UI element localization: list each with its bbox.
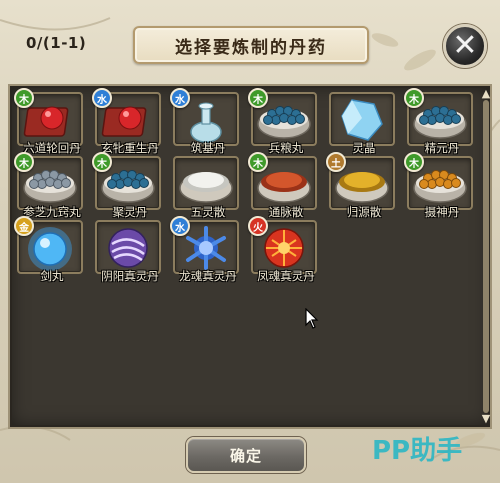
- item-slot[interactable]: 木摄神丹: [404, 152, 480, 222]
- element-badge: 木: [248, 152, 268, 172]
- item-slot[interactable]: 水玄牝重生丹: [92, 88, 168, 158]
- selection-counter: 0/(1-1): [26, 34, 87, 52]
- scroll-track[interactable]: [483, 100, 489, 413]
- element-badge: 木: [14, 88, 34, 108]
- item-label: 聚灵丹: [112, 205, 148, 219]
- element-badge: 火: [248, 216, 268, 236]
- item-slot[interactable]: 木精元丹: [404, 88, 480, 158]
- watermark-logo: PP助手: [372, 436, 463, 466]
- title-plate: 选择要炼制的丹药: [133, 26, 369, 64]
- purple-swirl-orb-icon: [108, 228, 148, 268]
- element-badge: 木: [92, 152, 112, 172]
- item-slot[interactable]: 木通脉散: [248, 152, 324, 222]
- item-slot[interactable]: 火凤魂真灵丹: [248, 216, 324, 286]
- element-badge: 水: [170, 88, 190, 108]
- item-label: 凤魂真灵丹: [257, 269, 315, 283]
- item-slot[interactable]: 灵晶: [326, 92, 402, 158]
- white-powder-bowl-icon: [179, 172, 233, 203]
- element-badge: 木: [404, 152, 424, 172]
- element-badge: 水: [170, 216, 190, 236]
- item-slot[interactable]: 阴阳真灵丹: [92, 220, 168, 286]
- item-label: 归源散: [346, 205, 382, 219]
- item-label: 筑基丹: [190, 141, 226, 155]
- item-label: 摄神丹: [424, 205, 460, 219]
- element-badge: 木: [404, 88, 424, 108]
- ice-crystal-icon: [341, 99, 383, 141]
- scrollbar[interactable]: ▲ ▼: [480, 86, 492, 427]
- item-slot[interactable]: 水龙魂真灵丹: [170, 216, 246, 286]
- item-label: 剑丸: [40, 269, 64, 283]
- mouse-cursor-icon: [305, 308, 319, 329]
- item-slot[interactable]: 水筑基丹: [170, 88, 246, 158]
- element-badge: 木: [248, 88, 268, 108]
- item-slot[interactable]: 金剑丸: [14, 216, 90, 286]
- close-button[interactable]: ✕: [443, 24, 487, 68]
- element-badge: 土: [326, 152, 346, 172]
- item-slot[interactable]: 土归源散: [326, 152, 402, 222]
- item-slot[interactable]: 木六道轮回丹: [14, 88, 90, 158]
- confirm-button-label: 确定: [229, 446, 262, 465]
- item-label: 阴阳真灵丹: [101, 269, 159, 283]
- item-slot[interactable]: 木聚灵丹: [92, 152, 168, 222]
- item-grid: 木六道轮回丹 水玄牝重生丹 水筑基丹 木兵粮丸 灵晶 木精元丹 木参芝九窍丸 木…: [10, 86, 478, 427]
- scroll-down-icon[interactable]: ▼: [480, 413, 492, 425]
- element-badge: 金: [14, 216, 34, 236]
- item-slot[interactable]: 木兵粮丸: [248, 88, 324, 158]
- item-slot[interactable]: 木参芝九窍丸: [14, 152, 90, 222]
- element-badge: 木: [14, 152, 34, 172]
- confirm-button[interactable]: 确定: [186, 437, 306, 473]
- scroll-up-icon[interactable]: ▲: [480, 88, 492, 100]
- item-label: 龙魂真灵丹: [179, 269, 237, 283]
- item-panel: 木六道轮回丹 水玄牝重生丹 水筑基丹 木兵粮丸 灵晶 木精元丹 木参芝九窍丸 木…: [8, 84, 492, 429]
- close-icon: ✕: [452, 28, 478, 63]
- element-badge: 水: [92, 88, 112, 108]
- page-title: 选择要炼制的丹药: [175, 37, 327, 58]
- item-slot[interactable]: 五灵散: [170, 156, 246, 222]
